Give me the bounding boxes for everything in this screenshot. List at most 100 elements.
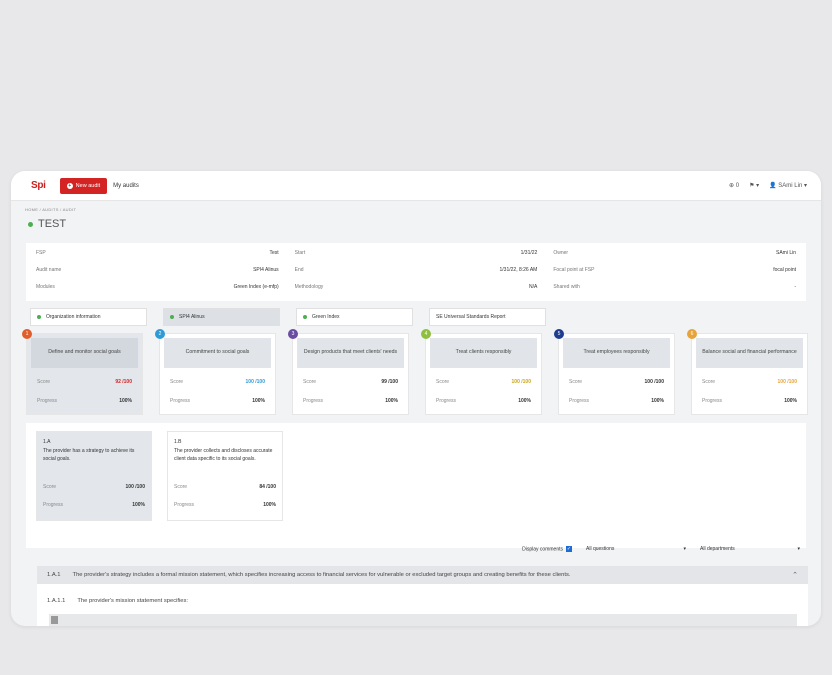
status-dot-icon [303, 315, 307, 319]
goal-title: Define and monitor social goals [31, 338, 138, 368]
module-tabs: Organization information SPI4 Alinus Gre… [26, 308, 806, 326]
question-code: 1.A.1 [47, 572, 61, 578]
goal-number-badge: 2 [155, 329, 165, 339]
my-audits-link[interactable]: My audits [113, 183, 139, 189]
subgoal-score-value: 100 /100 [125, 484, 145, 490]
score-label: Score [569, 379, 583, 385]
goal-title: Treat employees responsibly [563, 338, 670, 368]
info-column-2: Start 1/31/22 End 1/31/22, 8:26 AM Methodo… [295, 249, 538, 295]
goal-number-badge: 3 [288, 329, 298, 339]
subgoal-description: The provider has a strategy to achieve i… [43, 448, 135, 462]
progress-label: Progress [303, 398, 324, 404]
info-column-3: Owner SAmi Lin Focal point at FSP focal po… [553, 249, 796, 295]
chevron-up-icon: ⌃ [792, 572, 798, 579]
goal-card-5[interactable]: 5 Treat employees responsibly Score 100 /… [554, 329, 675, 415]
tab-spi4-alinus[interactable]: SPI4 Alinus [163, 308, 280, 326]
questions-select[interactable]: All questions ▾ [586, 546, 686, 552]
goal-progress-row: Progress 100% [303, 396, 398, 406]
subgoal-code: 1.B [174, 439, 182, 445]
question-accordion-header[interactable]: 1.A.1 The provider's strategy includes a… [37, 566, 808, 584]
progress-label: Progress [170, 398, 191, 404]
flag-menu[interactable]: ⚑ ▾ [749, 182, 759, 189]
progress-label: Progress [43, 502, 64, 508]
questions-select-value: All questions [586, 546, 615, 552]
title-row: TEST [11, 212, 821, 230]
checkbox-checked-icon: ✓ [566, 545, 572, 552]
goal-title: Commitment to social goals [164, 338, 271, 368]
status-dot-icon [37, 315, 41, 319]
info-value: - [794, 284, 796, 290]
goal-cards: 1 Define and monitor social goals Score 9… [22, 329, 808, 419]
tab-label: SPI4 Alinus [179, 314, 205, 320]
progress-label: Progress [569, 398, 590, 404]
tab-organization-information[interactable]: Organization information [30, 308, 147, 326]
notifications-button[interactable]: ⊕ 0 [729, 182, 739, 189]
user-menu[interactable]: 👤 SAmi Lin ▾ [769, 182, 807, 189]
new-audit-button[interactable]: + New audit [59, 177, 108, 194]
goal-progress-row: Progress 100% [170, 396, 265, 406]
progress-label: Progress [702, 398, 723, 404]
goal-card-1[interactable]: 1 Define and monitor social goals Score 9… [22, 329, 143, 415]
tab-green-index[interactable]: Green Index [296, 308, 413, 326]
goal-title: Design products that meet clients' needs [297, 338, 404, 368]
goal-progress-row: Progress 100% [569, 396, 664, 406]
info-label: Start [294, 250, 306, 256]
topbar-right: ⊕ 0 ⚑ ▾ 👤 SAmi Lin ▾ [729, 182, 807, 189]
info-row: Modules Green Index (e-mfp) [36, 283, 279, 291]
info-column-1: FSP Test Audit name SPI4 Alinus Modules Gre… [36, 249, 279, 295]
goal-title: Treat clients responsibly [430, 338, 537, 368]
goal-score-value: 100 /100 [644, 379, 664, 385]
departments-select[interactable]: All departments ▾ [700, 546, 800, 552]
info-value: focal point [773, 267, 796, 273]
goal-card-2[interactable]: 2 Commitment to social goals Score 100 /1… [155, 329, 276, 415]
notifications-count: 0 [735, 183, 740, 189]
user-icon: 👤 [769, 183, 777, 189]
goal-card-3[interactable]: 3 Design products that meet clients' nee… [288, 329, 409, 415]
subgoal-progress-row: Progress 100% [43, 500, 145, 510]
info-label: FSP [36, 250, 46, 256]
answer-input-area[interactable] [49, 614, 797, 626]
audit-info-panel: FSP Test Audit name SPI4 Alinus Modules Gre… [26, 243, 806, 301]
score-label: Score [43, 484, 57, 490]
flag-icon: ⚑ [749, 183, 755, 189]
progress-label: Progress [37, 398, 58, 404]
goal-number-badge: 5 [554, 329, 564, 339]
info-row: Start 1/31/22 [295, 249, 538, 257]
status-dot-icon [170, 315, 174, 319]
subgoal-card-1b[interactable]: 1.B The provider collects and discloses … [167, 431, 283, 521]
goal-progress-value: 100% [252, 398, 265, 404]
subgoal-card-1a[interactable]: 1.A The provider has a strategy to achie… [36, 431, 152, 521]
goal-score-row: Score 92 /100 [37, 377, 132, 387]
new-audit-label: New audit [75, 182, 101, 189]
info-row: Shared with - [553, 283, 796, 291]
breadcrumb[interactable]: HOME / AUDITS / AUDIT [11, 201, 821, 212]
info-value: SAmi Lin [775, 250, 796, 256]
goal-number-badge: 1 [22, 329, 32, 339]
goal-score-row: Score 99 /100 [303, 377, 398, 387]
goal-score-value: 100 /100 [245, 379, 265, 385]
score-label: Score [702, 379, 716, 385]
score-label: Score [37, 379, 51, 385]
info-label: Shared with [553, 284, 580, 290]
chevron-down-icon: ▾ [797, 546, 800, 552]
subgoal-progress-row: Progress 100% [174, 500, 276, 510]
display-comments-toggle[interactable]: Display comments ✓ [522, 545, 572, 553]
goal-card-4[interactable]: 4 Treat clients responsibly Score 100 /10… [421, 329, 542, 415]
status-dot-icon [28, 221, 33, 227]
info-row: FSP Test [36, 249, 279, 257]
info-value: 1/31/22 [520, 250, 538, 256]
tab-se-universal-standards-report[interactable]: SE Universal Standards Report [429, 308, 546, 326]
display-comments-label: Display comments [522, 546, 563, 553]
tab-label: SE Universal Standards Report [436, 314, 506, 320]
answer-marker-icon [51, 616, 58, 624]
goal-score-row: Score 100 /100 [569, 377, 664, 387]
goal-progress-row: Progress 100% [702, 396, 797, 406]
chevron-down-icon: ▾ [683, 546, 686, 552]
goal-score-value: 100 /100 [511, 379, 531, 385]
subgoal-progress-value: 100% [263, 502, 276, 508]
app-window: Spi + New audit My audits ⊕ 0 ⚑ ▾ 👤 SAmi… [11, 171, 821, 626]
app-logo[interactable]: Spi [31, 180, 46, 191]
chevron-down-icon: ▾ [803, 183, 807, 189]
goal-card-6[interactable]: 6 Balance social and financial performan… [687, 329, 808, 415]
goal-number-badge: 4 [421, 329, 431, 339]
